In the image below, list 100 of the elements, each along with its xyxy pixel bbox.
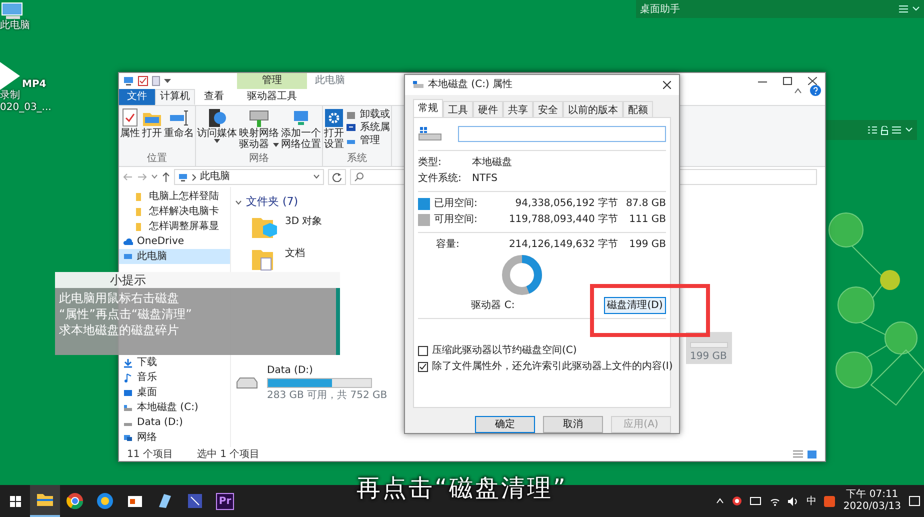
name-input-field[interactable] [458, 126, 666, 142]
dialog-tab[interactable]: 以前的版本 [563, 100, 623, 117]
field-value: 本地磁盘 [472, 156, 512, 170]
drive-space-text: 199 GB [690, 350, 728, 364]
ribbon-button[interactable]: 映射网络 驱动器 [239, 108, 279, 150]
status-text: 选中 1 个项目 [196, 448, 260, 462]
ribbon-tab[interactable]: 查看 [195, 89, 233, 105]
globe-icon [66, 492, 84, 510]
notepad-icon [156, 492, 174, 510]
ribbon-small-button[interactable]: 系统属 [346, 121, 390, 134]
details-view-icon[interactable] [793, 450, 803, 458]
help-icon[interactable] [810, 85, 821, 96]
dialog-tab[interactable]: 硬件 [473, 100, 503, 117]
group-label: 网络 [248, 152, 270, 166]
drive-icon [235, 376, 259, 390]
folder-name[interactable]: 3D 对象 [285, 214, 322, 229]
address-field[interactable]: 此电脑 [174, 169, 324, 186]
checkbox[interactable] [418, 346, 428, 356]
size-value: 87.8 GB [624, 196, 666, 211]
dialog-tab[interactable]: 工具 [443, 100, 473, 117]
list-icon[interactable] [868, 126, 877, 134]
tool-icon [346, 122, 356, 132]
ribbon-button[interactable]: 属性 [120, 108, 140, 139]
byte-count: 94,338,056,192 字节 [514, 196, 618, 211]
clock-date[interactable]: 2020/03/13 [843, 501, 901, 513]
battery-icon[interactable] [750, 497, 762, 505]
computer-icon [178, 172, 188, 182]
close-icon[interactable] [808, 77, 817, 85]
dialog-tab[interactable]: 配额 [623, 100, 653, 117]
computer-icon [123, 252, 133, 262]
speaker-icon[interactable] [788, 496, 798, 506]
file-type-label: MP4 [22, 78, 46, 90]
disk-cleanup-button[interactable]: 磁盘清理(D) [604, 296, 666, 314]
clock-time[interactable]: 下午 07:11 [843, 489, 901, 501]
nav-item[interactable]: 下载 [119, 355, 230, 370]
ribbon-tab[interactable]: 驱动器工具 [237, 89, 307, 105]
nav-item[interactable]: 怎样调整屏幕显 [119, 219, 230, 234]
ribbon-tab[interactable]: 计算机 [155, 89, 195, 105]
music-note-icon [123, 372, 133, 382]
size-value: 199 GB [628, 238, 666, 252]
lock-icon[interactable] [881, 126, 888, 134]
nav-item[interactable]: Data (D:) [119, 415, 230, 430]
nav-item[interactable]: 本地磁盘 (C:) [119, 400, 230, 415]
tip-title: 小提示 [55, 272, 340, 288]
status-text: 11 个项目 [127, 448, 173, 462]
nav-item[interactable]: OneDrive [119, 234, 230, 249]
nav-item[interactable]: 怎样解决电脑卡 [119, 204, 230, 219]
ribbon-button[interactable]: 访问媒体 [197, 108, 237, 150]
dialog-tab[interactable]: 安全 [533, 100, 563, 117]
dialog-button[interactable]: 确定 [475, 416, 535, 433]
app-icon[interactable] [824, 496, 836, 506]
ribbon-button[interactable]: 打开 [142, 108, 162, 139]
ribbon-button[interactable]: 添加一个 网络位置 [281, 108, 321, 150]
ribbon-button[interactable]: 重命名 [164, 108, 194, 139]
section-heading[interactable]: 文件夹 (7) [246, 194, 298, 211]
wifi-icon[interactable] [770, 496, 780, 506]
nav-item[interactable]: 此电脑 [119, 249, 230, 264]
close-icon[interactable] [663, 80, 671, 89]
film-icon [186, 492, 204, 510]
ribbon-tab[interactable]: 文件 [119, 89, 155, 105]
checkmark-icon[interactable] [138, 76, 148, 86]
tiles-view-icon[interactable] [807, 450, 817, 458]
drive-icon [418, 126, 442, 142]
globe-icon [96, 492, 114, 510]
checkbox-label: 压缩此驱动器以节约磁盘空间(C) [432, 344, 577, 358]
menu-icon[interactable] [892, 126, 901, 134]
desktop-icon-label[interactable]: 录制 [0, 90, 52, 102]
drive-tile[interactable]: Data (D:) 283 GB 可用，共 752 GB [235, 363, 388, 403]
field-label: 文件系统: [418, 172, 462, 186]
refresh-button[interactable] [328, 169, 346, 186]
checkbox[interactable] [418, 362, 428, 372]
taskbar-app[interactable]: Pr [210, 485, 240, 517]
ribbon-button[interactable]: 打开 设置 [324, 108, 344, 150]
context-tab-header: 管理 [237, 73, 307, 89]
dialog-tab[interactable]: 常规 [413, 98, 443, 117]
folder-name[interactable]: 文档 [285, 246, 305, 261]
nav-item[interactable]: 网络 [119, 430, 230, 445]
ribbon-small-button[interactable]: 卸载或 [346, 108, 390, 121]
dialog-title: 本地磁盘 (C:) 属性 [428, 78, 514, 92]
dialog-button[interactable]: 取消 [543, 416, 603, 433]
maximize-icon[interactable] [783, 77, 792, 85]
nav-item[interactable]: 电脑上怎样登陆 [119, 189, 230, 204]
desktop-icon-label[interactable]: 此电脑 [0, 20, 30, 32]
taskbar-app[interactable] [30, 485, 60, 517]
desktop-icon-label[interactable]: 020_03_... [0, 102, 52, 113]
play-icon [0, 60, 22, 90]
nav-item[interactable]: 桌面 [119, 385, 230, 400]
windows-icon [10, 496, 20, 506]
input-method-indicator[interactable]: 中 [806, 494, 816, 508]
computer-icon[interactable] [123, 76, 134, 86]
caret-icon[interactable] [164, 78, 171, 84]
ribbon-small-button[interactable]: 管理 [346, 134, 390, 147]
notification-icon[interactable] [909, 496, 920, 506]
drive-icon [413, 80, 424, 89]
dialog-tab[interactable]: 共享 [503, 100, 533, 117]
menu-icon[interactable] [899, 5, 908, 13]
up-arrow-icon[interactable] [162, 172, 170, 182]
nav-item[interactable]: 音乐 [119, 370, 230, 385]
refresh-icon [332, 172, 342, 182]
record-icon[interactable] [732, 496, 742, 506]
